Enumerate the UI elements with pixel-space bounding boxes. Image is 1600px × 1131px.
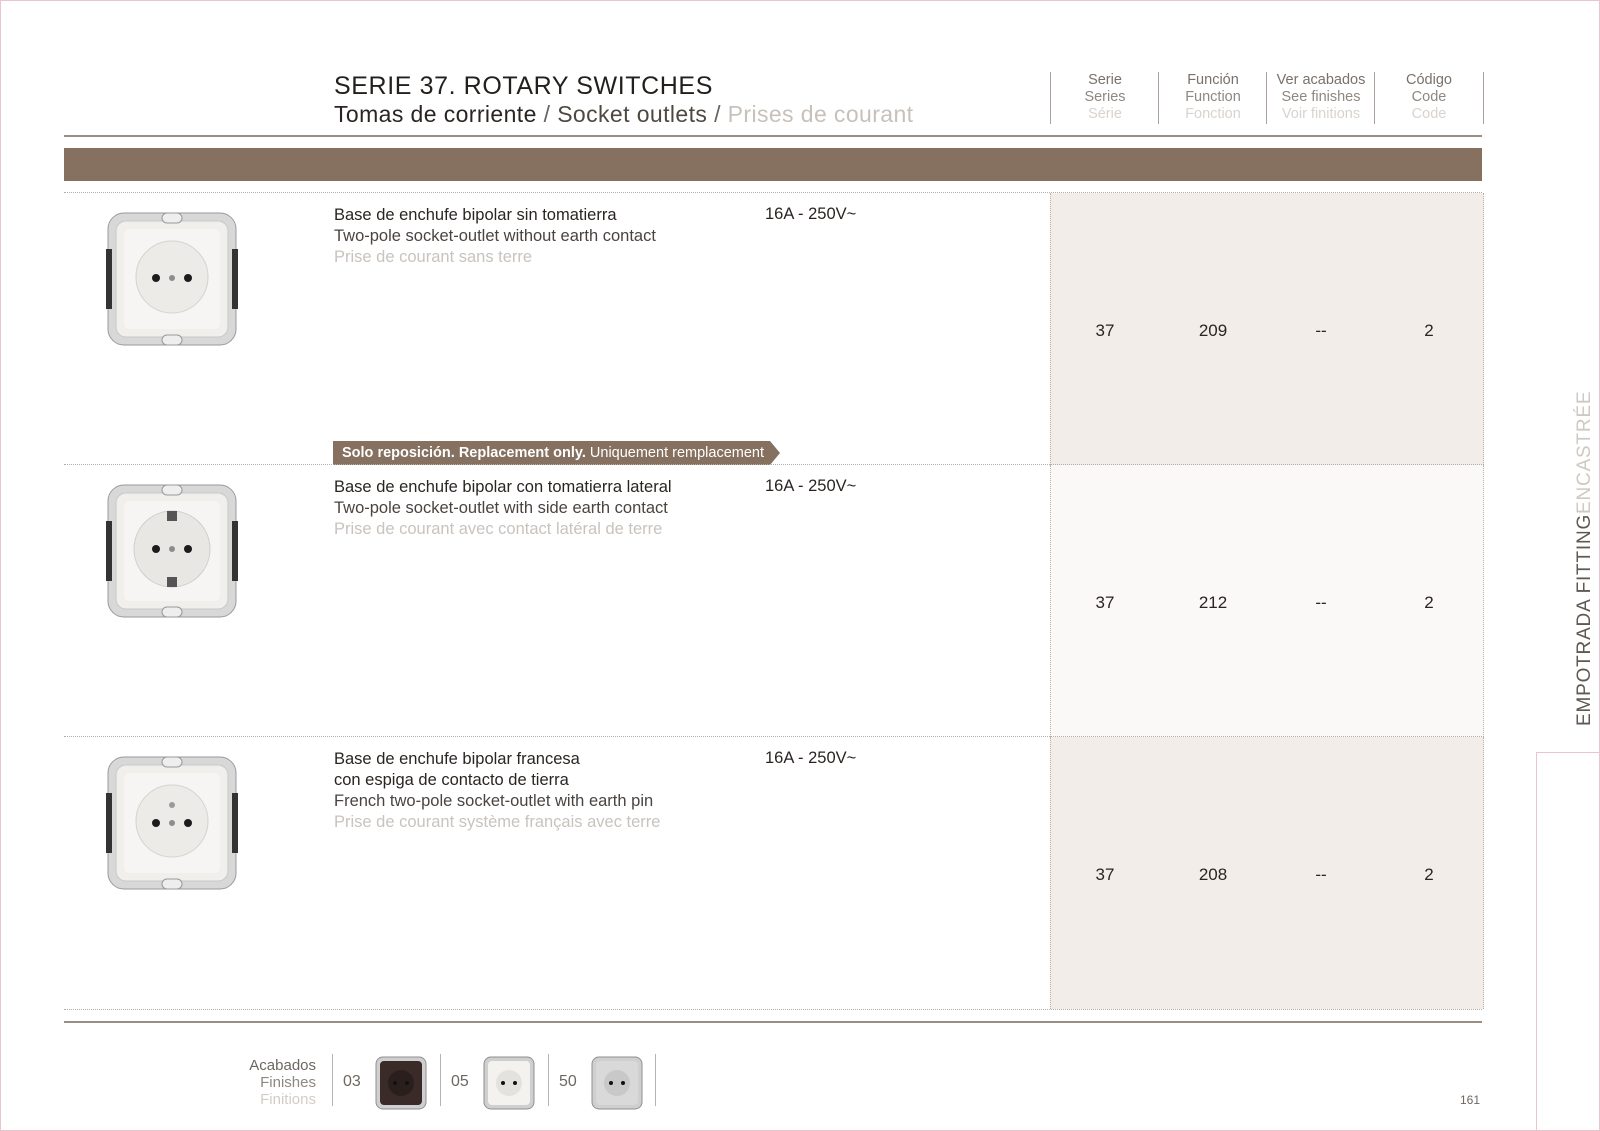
finish-swatch-05 [483,1056,535,1110]
description-en: Two-pole socket-outlet with side earth c… [334,499,668,517]
product-row: Base de enchufe bipolar francesa con esp… [64,736,1484,1010]
column-header-fr: Série [1088,106,1122,122]
side-tab-label-secondary: ENCASTRÉE [1574,390,1595,514]
subtitle-separator: / [543,101,551,127]
finish-divider [440,1054,441,1106]
finishes-label-es: Acabados [249,1057,316,1074]
finish-code: 05 [451,1073,469,1090]
code-cell: 2 [1424,321,1434,340]
socket-outlet-image [106,756,238,890]
product-data-cells: 37 209 -- 2 [1050,193,1484,465]
column-header-en: Function [1185,89,1241,105]
section-bar [64,148,1482,181]
column-header-fr: Code [1411,106,1447,122]
finishes-cell: -- [1315,321,1327,340]
product-description: Base de enchufe bipolar francesa con esp… [334,749,660,833]
finishes-label: Acabados Finishes Finitions [230,1057,316,1108]
finishes-cell: -- [1315,593,1327,612]
side-tab-label: EMPOTRADA FITTINGENCASTRÉE [1574,391,1596,726]
column-header-fr: Voir finitions [1281,106,1361,122]
electrical-rating: 16A - 250V~ [765,477,857,495]
page-subtitle: Tomas de corriente / Socket outlets / Pr… [334,101,913,128]
side-tab-label-primary: EMPOTRADA FITTING [1574,513,1595,726]
finish-divider [332,1054,333,1106]
column-header-code: Código Code Code [1374,72,1484,124]
column-header-fr: Fonction [1185,106,1241,122]
description-en: French two-pole socket-outlet with earth… [334,792,654,810]
page-title: SERIE 37. ROTARY SWITCHES [334,72,713,100]
function-cell: 212 [1198,593,1228,612]
product-data-cells: 37 208 -- 2 [1050,737,1484,1009]
code-cell: 2 [1424,593,1434,612]
socket-outlet-image [106,212,238,346]
serie-cell: 37 [1095,321,1115,340]
product-row: Base de enchufe bipolar sin tomatierra T… [64,192,1484,465]
product-description: Base de enchufe bipolar sin tomatierra T… [334,205,656,268]
description-fr: Prise de courant système français avec t… [334,813,661,831]
description-es: Base de enchufe bipolar con tomatierra l… [334,478,672,496]
finish-swatch-03 [375,1056,427,1110]
function-cell: 209 [1198,321,1228,340]
badge-text-fr: Uniquement remplacement [589,445,764,461]
page-number: 161 [1460,1093,1481,1107]
description-fr: Prise de courant sans terre [334,248,533,266]
badge-text-es: Solo reposición. [342,445,455,461]
function-cell: 208 [1198,865,1228,884]
description-fr: Prise de courant avec contact latéral de… [334,520,663,538]
finish-code: 50 [559,1073,577,1090]
finish-divider [655,1054,656,1106]
description-es: Base de enchufe bipolar sin tomatierra [334,206,617,224]
finishes-label-fr: Finitions [260,1091,316,1108]
column-header-es: Función [1187,72,1239,88]
column-header-en: Code [1411,89,1447,105]
column-header-es: Código [1406,72,1452,88]
subtitle-fr: Prises de courant [727,101,914,127]
electrical-rating: 16A - 250V~ [765,749,857,767]
serie-cell: 37 [1095,593,1115,612]
column-header-es: Serie [1088,72,1122,88]
subtitle-es: Tomas de corriente [334,101,537,127]
finish-divider [548,1054,549,1106]
finishes-cell: -- [1315,865,1327,884]
product-description: Base de enchufe bipolar con tomatierra l… [334,477,672,540]
description-es: Base de enchufe bipolar francesa [334,750,580,768]
column-header-function: Función Function Fonction [1158,72,1267,124]
subtitle-separator: / [714,101,721,127]
replacement-only-badge: Solo reposición. Replacement only. Uniqu… [333,441,780,465]
code-cell: 2 [1424,865,1434,884]
finishes-label-en: Finishes [260,1074,316,1091]
finish-code: 03 [343,1073,361,1090]
electrical-rating: 16A - 250V~ [765,205,857,223]
footer-rule [64,1021,1482,1023]
description-en: Two-pole socket-outlet without earth con… [334,227,656,245]
subtitle-en: Socket outlets [557,101,708,127]
column-header-serie: Serie Series Série [1050,72,1159,124]
description-es-line2: con espiga de contacto de tierra [334,771,569,789]
badge-text-en: Replacement only. [458,445,586,461]
column-header-es: Ver acabados [1276,72,1366,88]
serie-cell: 37 [1095,865,1115,884]
column-header-en: Series [1084,89,1126,105]
column-headers: Serie Series Série Función Function Fonc… [1050,72,1484,124]
product-row: Base de enchufe bipolar con tomatierra l… [64,464,1484,737]
column-header-en: See finishes [1281,89,1361,105]
column-header-finishes: Ver acabados See finishes Voir finitions [1266,72,1375,124]
side-tab [1536,752,1600,1131]
product-data-cells: 37 212 -- 2 [1050,465,1484,737]
finish-swatch-50 [591,1056,643,1110]
header-rule [64,135,1482,137]
socket-outlet-image [106,484,238,618]
